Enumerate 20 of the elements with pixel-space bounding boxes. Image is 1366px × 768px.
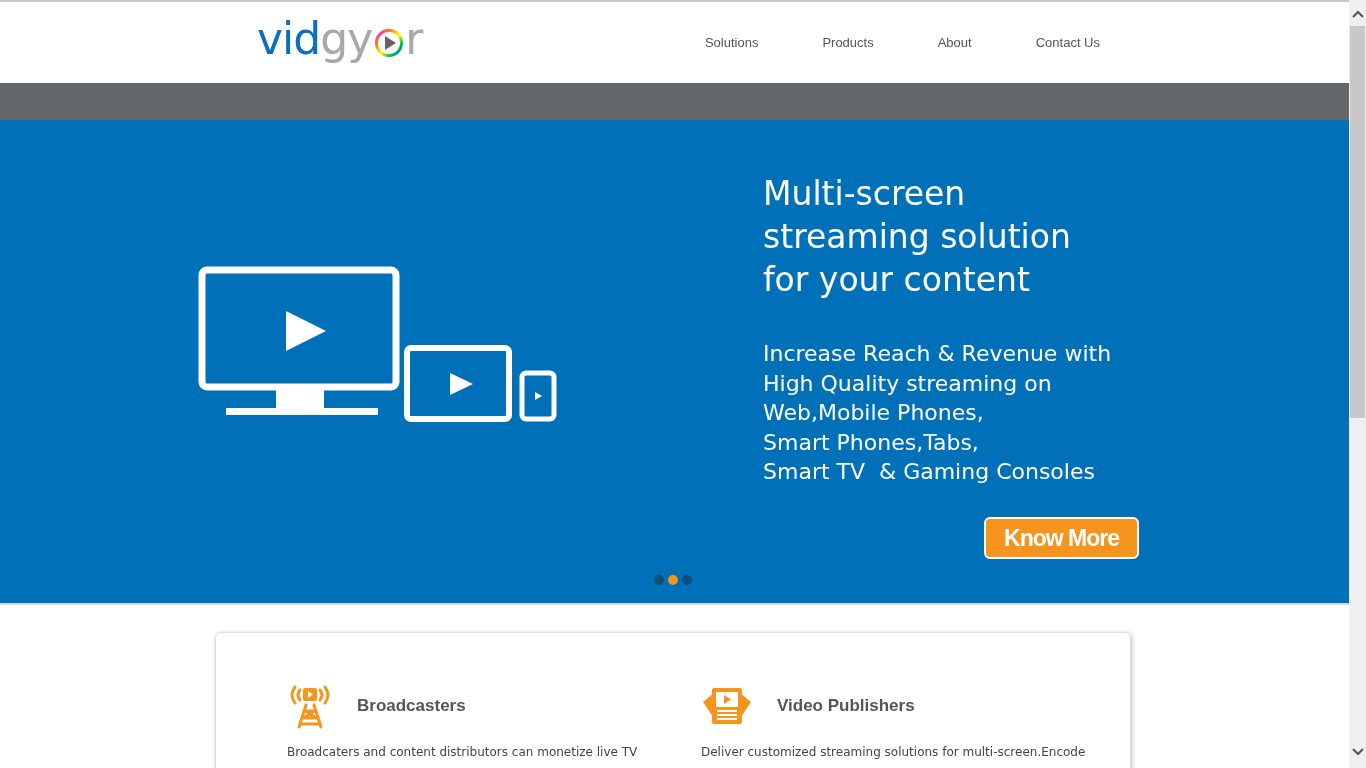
slide-dot[interactable] — [682, 575, 692, 585]
feature-description: Deliver customized streaming solutions for multi-screen.Encode — [701, 745, 1087, 760]
scroll-down-icon[interactable] — [1351, 748, 1364, 756]
nav-link[interactable]: Solutions — [672, 35, 791, 50]
scroll-up-icon[interactable] — [1351, 10, 1364, 18]
logo[interactable]: vidgy r — [257, 16, 423, 69]
nav-link[interactable]: About — [905, 35, 1004, 50]
feature-description: Broadcaters and content distributors can monetize live TV — [287, 745, 639, 760]
slide-dot[interactable] — [654, 575, 664, 585]
video-screens-icon — [701, 686, 753, 726]
feature-title: Video Publishers — [777, 696, 915, 716]
hero-description: Increase Reach & Revenue with High Quality streaming on Web,Mobile Phones, Smart Phones,Tabs, Smart TV & Gaming Consoles — [763, 340, 1113, 486]
nav-link[interactable]: Products — [790, 35, 906, 50]
play-ring-icon — [374, 27, 405, 58]
slide-dot[interactable] — [668, 575, 678, 585]
hero-headline: Multi-screen streaming solution for your content — [763, 173, 1072, 301]
feature-title: Broadcasters — [357, 696, 466, 716]
scrollbar-thumb[interactable] — [1350, 26, 1365, 418]
scrollbar[interactable] — [1349, 0, 1366, 768]
nav-link[interactable]: Contact Us — [1003, 35, 1100, 50]
